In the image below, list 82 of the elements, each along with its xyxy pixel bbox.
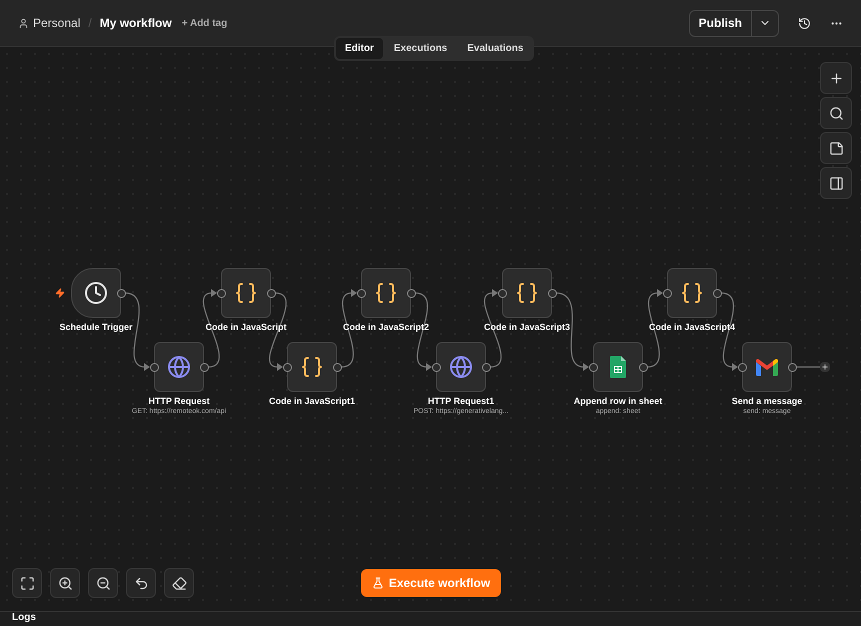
workflow-node[interactable]	[593, 342, 643, 392]
fit-view-icon	[20, 576, 34, 590]
search-button[interactable]	[820, 97, 852, 129]
output-handle[interactable]	[267, 289, 276, 298]
logs-title[interactable]: Logs	[12, 612, 36, 624]
add-icon	[828, 70, 844, 86]
output-handle[interactable]	[713, 289, 722, 298]
workflow-node[interactable]	[154, 342, 204, 392]
node-label: Send a message	[730, 395, 804, 408]
node-label: Schedule Trigger	[58, 321, 134, 334]
braces-icon	[680, 281, 704, 305]
output-handle[interactable]	[548, 289, 557, 298]
undo-icon	[134, 576, 148, 590]
workflow-node[interactable]	[287, 342, 337, 392]
add-node-button[interactable]	[820, 362, 830, 372]
output-handle[interactable]	[333, 363, 342, 372]
view-tab[interactable]: Editor	[336, 38, 383, 59]
output-handle[interactable]	[407, 289, 416, 298]
workflow-node[interactable]	[436, 342, 486, 392]
flask-icon	[372, 577, 384, 589]
output-handle[interactable]	[639, 363, 648, 372]
globe-icon	[167, 355, 191, 379]
globe-icon	[449, 355, 473, 379]
breadcrumb-separator: /	[88, 15, 92, 32]
input-handle[interactable]	[150, 363, 159, 372]
lightning-icon	[55, 288, 65, 298]
node-label: Append row in sheet	[572, 395, 664, 408]
output-handle[interactable]	[117, 289, 126, 298]
user-icon	[18, 18, 29, 28]
zoom-in-button[interactable]	[50, 568, 80, 598]
panel-icon	[828, 176, 844, 190]
spreadsheet-icon	[610, 356, 626, 378]
plus-icon	[821, 363, 829, 371]
envelope-icon	[756, 358, 778, 376]
add-tag-button[interactable]: + Add tag	[182, 16, 228, 30]
sticky-note-button[interactable]	[820, 132, 852, 164]
node-label: Code in JavaScript3	[482, 321, 572, 334]
clear-icon	[172, 576, 186, 590]
input-handle[interactable]	[283, 363, 292, 372]
workflow-node[interactable]	[221, 268, 271, 318]
history-icon[interactable]	[798, 16, 811, 30]
zoom-in-icon	[58, 576, 72, 590]
workflow-node[interactable]	[742, 342, 792, 392]
braces-icon	[374, 281, 398, 305]
workflow-node[interactable]	[71, 268, 121, 318]
workflow-node[interactable]	[361, 268, 411, 318]
view-tab[interactable]: Executions	[384, 38, 456, 59]
view-tab[interactable]: Evaluations	[458, 38, 532, 59]
output-handle[interactable]	[482, 363, 491, 372]
braces-icon	[300, 355, 324, 379]
zoom-out-icon	[96, 576, 110, 590]
braces-icon	[234, 281, 258, 305]
clear-button[interactable]	[164, 568, 194, 598]
braces-icon	[515, 281, 539, 305]
input-handle[interactable]	[589, 363, 598, 372]
input-handle[interactable]	[357, 289, 366, 298]
node-label: HTTP Request1	[426, 395, 496, 408]
node-label: Code in JavaScript1	[268, 395, 356, 408]
input-handle[interactable]	[217, 289, 226, 298]
node-label: Code in JavaScript4	[648, 321, 736, 334]
workflow-node[interactable]	[502, 268, 552, 318]
node-label: Code in JavaScript	[204, 321, 288, 334]
clock-icon	[84, 281, 108, 305]
sticky-note-icon	[828, 140, 844, 156]
output-handle[interactable]	[200, 363, 209, 372]
undo-button[interactable]	[126, 568, 156, 598]
project-link[interactable]: Personal	[33, 14, 80, 32]
output-handle[interactable]	[788, 363, 797, 372]
input-handle[interactable]	[663, 289, 672, 298]
zoom-out-button[interactable]	[88, 568, 118, 598]
workflow-node[interactable]	[667, 268, 717, 318]
fit-view-button[interactable]	[12, 568, 42, 598]
input-handle[interactable]	[498, 289, 507, 298]
node-label: HTTP Request	[147, 395, 211, 408]
node-label: Code in JavaScript2	[342, 321, 430, 334]
panel-button[interactable]	[820, 167, 852, 199]
connector-line	[796, 366, 820, 368]
input-handle[interactable]	[432, 363, 441, 372]
search-icon	[828, 106, 844, 120]
publish-button[interactable]: Publish	[690, 10, 752, 36]
input-handle[interactable]	[738, 363, 747, 372]
workflow-title[interactable]: My workflow	[100, 14, 172, 32]
